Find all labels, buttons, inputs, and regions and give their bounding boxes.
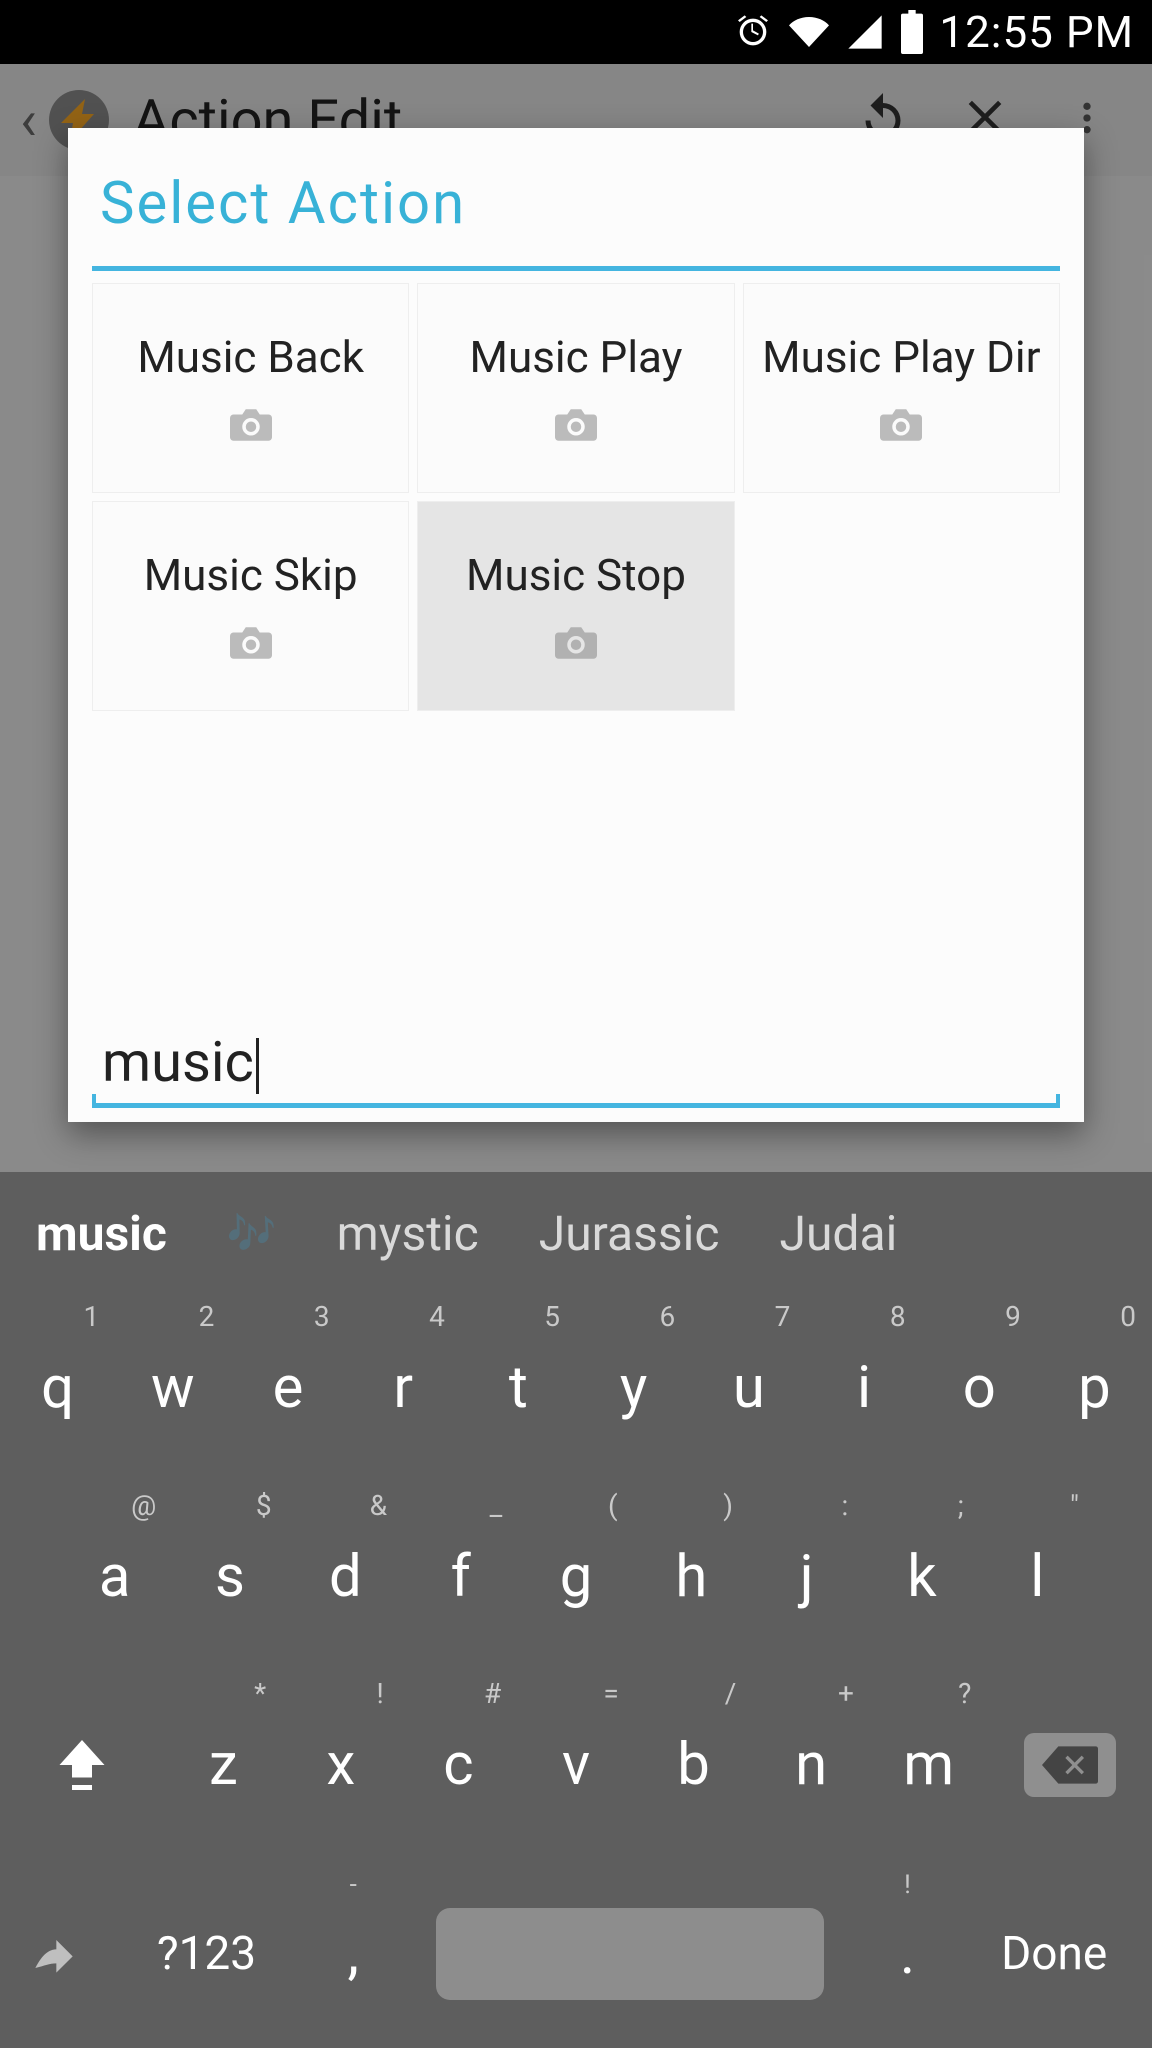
action-tile-label: Music Skip	[144, 549, 358, 601]
comma-key[interactable]: -,	[304, 1860, 402, 2048]
key-x[interactable]: !x	[282, 1671, 400, 1860]
key-u[interactable]: 7u	[691, 1294, 806, 1483]
keyboard: music 🎶 mystic Jurassic Judai 1q2w3e4r5t…	[0, 1172, 1152, 2048]
dialog-divider	[92, 266, 1060, 271]
wifi-icon	[787, 12, 831, 52]
spacebar-key[interactable]	[402, 1860, 858, 2048]
camera-icon	[230, 627, 272, 663]
action-tile[interactable]: Music Skip	[92, 501, 409, 711]
key-q[interactable]: 1q	[0, 1294, 115, 1483]
key-p[interactable]: 0p	[1037, 1294, 1152, 1483]
action-tile[interactable]: Music Play	[417, 283, 734, 493]
key-z[interactable]: *z	[165, 1671, 283, 1860]
key-f[interactable]: _f	[403, 1483, 518, 1672]
music-emoji-icon[interactable]: 🎶	[227, 1210, 277, 1257]
backspace-key[interactable]	[987, 1671, 1152, 1860]
suggestion-primary[interactable]: music	[36, 1205, 167, 1262]
action-grid: Music Back Music Play Music Play Dir Music …	[92, 283, 1060, 843]
dialog-title: Select Action	[92, 164, 1060, 266]
action-tile[interactable]: Music Play Dir	[743, 283, 1060, 493]
key-t[interactable]: 5t	[461, 1294, 576, 1483]
period-key[interactable]: !.	[859, 1860, 957, 2048]
key-h[interactable]: )h	[634, 1483, 749, 1672]
action-tile[interactable]: Music Back	[92, 283, 409, 493]
key-y[interactable]: 6y	[576, 1294, 691, 1483]
camera-icon	[555, 409, 597, 445]
symbols-key[interactable]: ?123	[109, 1860, 305, 2048]
suggestion-bar: music 🎶 mystic Jurassic Judai	[0, 1172, 1152, 1294]
swype-key[interactable]	[0, 1860, 109, 2048]
suggestion-item[interactable]: Judai	[779, 1205, 897, 1262]
suggestion-item[interactable]: mystic	[337, 1205, 479, 1262]
action-tile-label: Music Back	[137, 331, 364, 383]
status-bar: 12:55 PM	[0, 0, 1152, 64]
camera-icon	[230, 409, 272, 445]
key-a[interactable]: @a	[57, 1483, 172, 1672]
key-g[interactable]: (g	[518, 1483, 633, 1672]
text-cursor	[256, 1038, 259, 1094]
key-v[interactable]: =v	[517, 1671, 635, 1860]
key-e[interactable]: 3e	[230, 1294, 345, 1483]
action-tile[interactable]: Music Stop	[417, 501, 734, 711]
status-clock: 12:55 PM	[939, 6, 1134, 58]
suggestion-item[interactable]: Jurassic	[539, 1205, 720, 1262]
alarm-icon	[733, 12, 773, 52]
key-o[interactable]: 9o	[922, 1294, 1037, 1483]
action-tile-label: Music Play Dir	[762, 331, 1040, 383]
select-action-dialog: Select Action Music BackMusic PlayMusic …	[68, 128, 1084, 1122]
input-underline	[92, 1103, 1060, 1108]
status-icons	[733, 10, 925, 54]
key-l[interactable]: "l	[980, 1483, 1095, 1672]
key-b[interactable]: /b	[635, 1671, 753, 1860]
key-w[interactable]: 2w	[115, 1294, 230, 1483]
shift-key[interactable]	[0, 1671, 165, 1860]
key-r[interactable]: 4r	[346, 1294, 461, 1483]
camera-icon	[880, 409, 922, 445]
key-k[interactable]: ;k	[864, 1483, 979, 1672]
battery-icon	[899, 10, 925, 54]
camera-icon	[555, 627, 597, 663]
done-key[interactable]: Done	[956, 1860, 1152, 2048]
key-n[interactable]: +n	[752, 1671, 870, 1860]
signal-icon	[845, 12, 885, 52]
key-d[interactable]: &d	[288, 1483, 403, 1672]
key-i[interactable]: 8i	[806, 1294, 921, 1483]
key-j[interactable]: :j	[749, 1483, 864, 1672]
search-input[interactable]: music	[92, 1023, 1060, 1101]
key-m[interactable]: ?m	[870, 1671, 988, 1860]
key-s[interactable]: $s	[172, 1483, 287, 1672]
action-tile-label: Music Play	[470, 331, 683, 383]
action-tile-label: Music Stop	[466, 549, 686, 601]
key-c[interactable]: #c	[400, 1671, 518, 1860]
